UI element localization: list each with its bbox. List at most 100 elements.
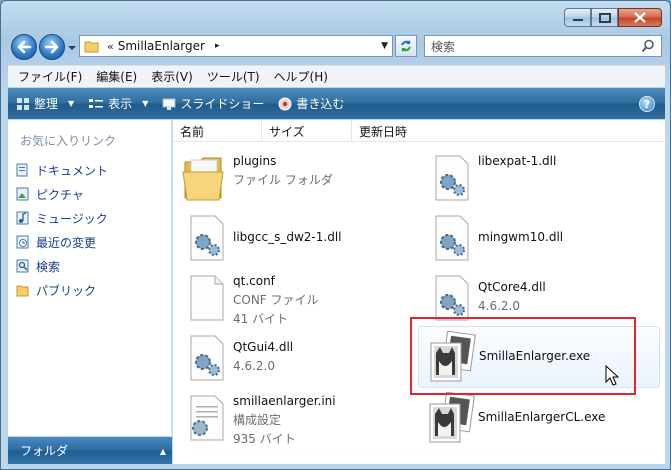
menu-file[interactable]: ファイル(F) [18, 68, 82, 85]
file-size: 41 バイト [233, 312, 289, 326]
forward-button[interactable] [39, 34, 65, 60]
music-icon [16, 211, 29, 225]
file-tile[interactable]: plugins ファイル フォルダ [173, 148, 413, 208]
slideshow-label: スライドショー [180, 97, 265, 111]
cat-photo-icon [429, 392, 475, 443]
column-name[interactable]: 名前 [173, 120, 262, 142]
address-bar[interactable]: « SmillaEnlarger ▸ ▼ [79, 35, 393, 57]
nav-item-label: ドキュメント [36, 163, 109, 178]
caption-buttons [564, 8, 662, 27]
search-placeholder: 検索 [431, 39, 456, 54]
address-path[interactable]: SmillaEnlarger [118, 39, 205, 53]
refresh-icon [401, 40, 411, 52]
menu-edit[interactable]: 編集(E) [96, 68, 137, 85]
burn-label: 書き込む [296, 97, 345, 111]
close-icon [634, 12, 646, 23]
organize-label: 整理 [34, 97, 59, 111]
burn-disc-icon [278, 97, 292, 110]
dll-icon [435, 155, 469, 201]
burn-button[interactable]: 書き込む [278, 95, 344, 112]
highlight-annotation-box [410, 317, 636, 395]
views-caret-icon: ▼ [142, 99, 149, 108]
menu-view[interactable]: 表示(V) [151, 68, 193, 85]
back-button[interactable] [11, 34, 37, 60]
file-name: smillaenlarger.ini [233, 394, 336, 408]
address-dropdown-icon[interactable]: ▼ [381, 41, 388, 51]
file-tile[interactable]: smillaenlarger.ini 構成設定 935 バイト [173, 388, 413, 448]
file-tile[interactable]: libgcc_s_dw2-1.dll [173, 208, 413, 268]
file-type: ファイル フォルダ [233, 173, 333, 187]
folders-toggle[interactable]: フォルダ ▲ [8, 437, 172, 464]
nav-item-music[interactable]: ミュージック [16, 206, 108, 230]
maximize-icon [598, 12, 611, 23]
public-folder-icon [16, 285, 29, 297]
mouse-cursor-icon [605, 365, 620, 386]
views-icon [89, 98, 104, 108]
column-headers: 名前 サイズ 更新日時 [173, 120, 665, 142]
file-name: qt.conf [233, 274, 275, 288]
file-name: plugins [233, 154, 277, 168]
nav-item-search[interactable]: 検索 [16, 254, 108, 278]
close-button[interactable] [618, 8, 662, 27]
search-icon[interactable] [641, 39, 655, 53]
documents-icon [16, 163, 28, 177]
organize-button[interactable]: 整理 ▼ [16, 95, 74, 112]
chevron-up-icon: ▲ [159, 447, 166, 456]
recent-icon [16, 235, 29, 249]
file-tile[interactable]: mingwm10.dll [418, 208, 658, 268]
file-name: libgcc_s_dw2-1.dll [233, 230, 342, 244]
maximize-button[interactable] [591, 8, 618, 27]
views-button[interactable]: 表示 ▼ [88, 95, 148, 112]
nav-item-label: ピクチャ [36, 187, 84, 202]
minimize-button[interactable] [564, 8, 591, 27]
recent-pages-dropdown-icon[interactable] [67, 43, 77, 53]
refresh-button[interactable] [395, 35, 417, 57]
slideshow-icon [162, 98, 176, 110]
menu-help[interactable]: ヘルプ(H) [274, 68, 328, 85]
ini-file-icon [190, 395, 224, 441]
menu-bar: ファイル(F) 編集(E) 表示(V) ツール(T) ヘルプ(H) [8, 65, 665, 87]
file-name: mingwm10.dll [478, 230, 564, 244]
pictures-icon [16, 187, 29, 201]
minimize-icon [572, 18, 583, 21]
folder-icon [182, 157, 224, 201]
dll-icon [435, 215, 469, 261]
nav-item-documents[interactable]: ドキュメント [16, 158, 108, 182]
file-version: 4.6.2.0 [478, 299, 520, 313]
file-name: QtGui4.dll [233, 340, 294, 354]
nav-item-recent[interactable]: 最近の変更 [16, 230, 108, 254]
navigation-pane: お気に入りリンク ドキュメント ピクチャ ミュージック 最近の変更 検索 パブリ… [8, 120, 172, 436]
favorite-links-list: ドキュメント ピクチャ ミュージック 最近の変更 検索 パブリック [16, 158, 108, 302]
dll-icon [190, 335, 224, 381]
file-tile[interactable]: QtGui4.dll 4.6.2.0 [173, 328, 413, 388]
address-overflow-chevron[interactable]: « [107, 40, 114, 53]
help-button[interactable]: ? [639, 96, 655, 112]
folders-label: フォルダ [20, 444, 69, 458]
file-name: QtCore4.dll [478, 280, 546, 294]
command-bar: 整理 ▼ 表示 ▼ スライドショー 書き込む ? [8, 88, 665, 119]
nav-item-pictures[interactable]: ピクチャ [16, 182, 108, 206]
favorite-links-heading: お気に入りリンク [20, 134, 117, 148]
file-tile[interactable]: SmillaEnlargerCL.exe [418, 388, 658, 448]
file-list-pane: 名前 サイズ 更新日時 plugins ファイル フォルダ libexpat-1… [173, 120, 665, 464]
file-type: CONF ファイル [233, 293, 319, 307]
column-date[interactable]: 更新日時 [352, 120, 432, 142]
back-arrow-icon [17, 40, 32, 54]
nav-item-public[interactable]: パブリック [16, 278, 108, 302]
folder-icon [84, 41, 99, 53]
address-subfolder-arrow[interactable]: ▸ [215, 41, 220, 51]
file-tile[interactable]: libexpat-1.dll [418, 148, 658, 208]
forward-arrow-icon [44, 40, 59, 54]
organize-caret-icon: ▼ [68, 99, 75, 108]
views-label: 表示 [108, 97, 133, 111]
nav-item-label: パブリック [36, 283, 97, 298]
search-folder-icon [16, 259, 29, 273]
slideshow-button[interactable]: スライドショー [162, 95, 264, 112]
column-size[interactable]: サイズ [262, 120, 352, 142]
explorer-window: « SmillaEnlarger ▸ ▼ 検索 ファイル(F) 編集(E) 表示… [0, 0, 671, 470]
search-box[interactable]: 検索 [424, 35, 662, 57]
nav-item-label: 検索 [36, 259, 61, 274]
nav-item-label: ミュージック [36, 211, 108, 226]
menu-tools[interactable]: ツール(T) [207, 68, 260, 85]
file-tile[interactable]: qt.conf CONF ファイル 41 バイト [173, 268, 413, 328]
